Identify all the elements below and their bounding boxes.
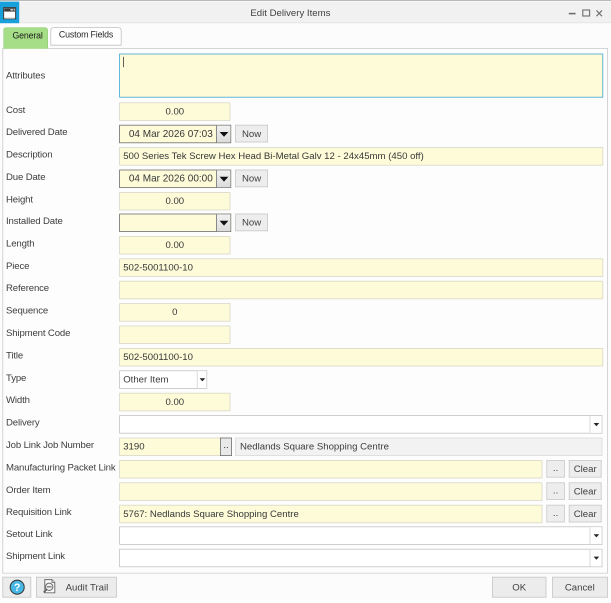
svg-text:?: ? [13,581,20,593]
